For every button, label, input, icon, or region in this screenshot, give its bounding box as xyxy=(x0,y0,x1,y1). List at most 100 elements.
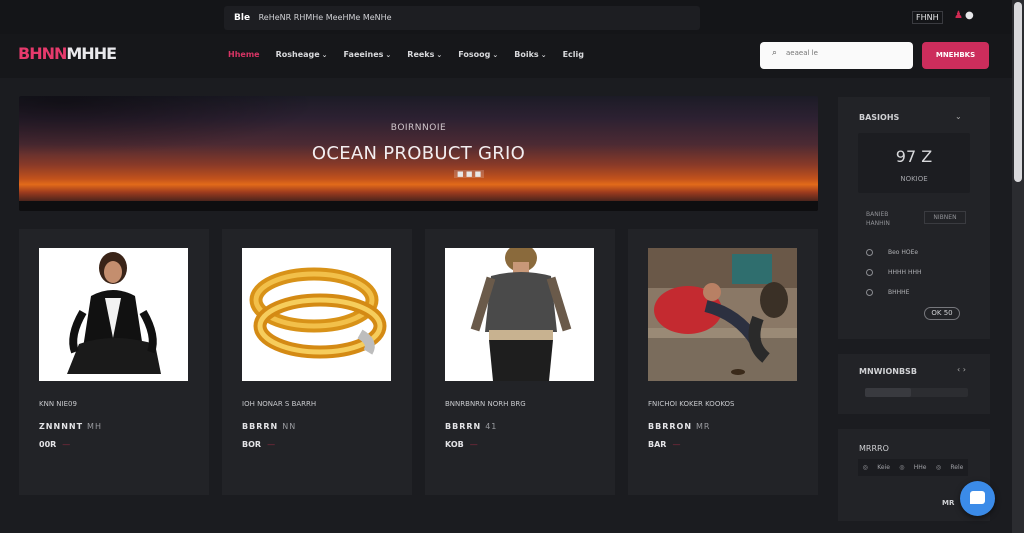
panel-nav-arrows[interactable]: ‹ › xyxy=(957,365,966,374)
product-meta: BBRRON MR xyxy=(648,422,710,431)
language-selector[interactable]: FHNH xyxy=(912,11,943,24)
product-card[interactable]: KNN NIE09 ZNNNNT MH 00R — xyxy=(19,229,209,495)
product-card[interactable]: IOH NONAR S BARRH BBRRN NN BOR — xyxy=(222,229,412,495)
main-nav: Hheme Rosheage ⌄ Faeeines ⌄ Reeks ⌄ Fosoog ⌄ Boik… xyxy=(228,50,584,59)
product-price-main: BAR xyxy=(648,440,667,449)
product-price-sub: — xyxy=(469,440,478,449)
filter-chips: ◎ Keie ◎ HHe ◎ Rele xyxy=(858,459,968,476)
top-strip: Ble ReHeNR RHMHe MeeHMe MeNHe FHNH ♟ ● xyxy=(0,0,1012,34)
stat-subtext: BANIEB HANHIN xyxy=(866,211,890,227)
nav-item[interactable]: Reeks ⌄ xyxy=(407,50,442,59)
product-price-sub: — xyxy=(62,440,71,449)
product-price: 00R — xyxy=(39,440,70,449)
search-icon: ⌕ xyxy=(772,48,778,58)
product-card[interactable]: FNICHOI KOKER KOOKOS BBRRON MR BAR — xyxy=(628,229,818,495)
chat-icon xyxy=(970,491,985,504)
stat-box: 97 Z NOKIOE xyxy=(858,133,970,193)
panel-pill-button[interactable]: OK 50 xyxy=(924,307,960,320)
nav-item-label: Faeeines xyxy=(343,50,384,59)
sidebar-progress-panel: MNWIONBSB ‹ › xyxy=(838,354,990,414)
list-item-label: HHHH HHH xyxy=(888,268,922,276)
announcement-tag: Ble xyxy=(234,13,251,23)
user-icon[interactable]: ♟ xyxy=(954,10,963,21)
header-cta-button[interactable]: MNEHBKS xyxy=(922,42,989,69)
filter-chip-label[interactable]: HHe xyxy=(914,464,927,471)
hero-title: OCEAN PROBUCT GRIO xyxy=(311,143,526,164)
filter-chip-label[interactable]: Rele xyxy=(950,464,963,471)
product-meta: BBRRN NN xyxy=(242,422,296,431)
nav-item[interactable]: Hheme xyxy=(228,50,260,59)
globe-icon[interactable]: ● xyxy=(965,10,974,21)
panel-option-list: Beo HOEe HHHH HHH BHHHE xyxy=(866,242,922,302)
product-image-gold-rings[interactable] xyxy=(242,248,391,381)
product-price-sub: — xyxy=(672,440,681,449)
filter-chip[interactable]: ◎ xyxy=(863,464,868,471)
product-price: KOB — xyxy=(445,440,478,449)
product-price: BOR — xyxy=(242,440,275,449)
list-item[interactable]: HHHH HHH xyxy=(866,262,922,282)
site-header: BHNNMHHE Hheme Rosheage ⌄ Faeeines ⌄ Reeks ⌄ Fo… xyxy=(0,34,1012,78)
product-price: BAR — xyxy=(648,440,680,449)
logo-part-1: BHNN xyxy=(18,44,67,63)
radio-icon xyxy=(866,288,873,296)
chat-launcher-button[interactable] xyxy=(960,481,995,516)
product-name[interactable]: BNNRBNRN NORH BRG xyxy=(445,400,526,408)
product-price-sub: — xyxy=(267,440,276,449)
list-item[interactable]: BHHHE xyxy=(866,282,922,302)
stat-label: NOKIOE xyxy=(900,175,928,183)
product-image-woman-blazer[interactable] xyxy=(39,248,188,381)
nav-item[interactable]: Boiks ⌄ xyxy=(514,50,546,59)
logo[interactable]: BHNNMHHE xyxy=(18,44,117,63)
panel-more-link[interactable]: MR xyxy=(942,499,954,507)
stat-value: 97 Z xyxy=(895,147,933,166)
page-scrollbar[interactable] xyxy=(1012,0,1024,533)
chevron-down-icon: ⌄ xyxy=(540,51,547,59)
progress-fill xyxy=(865,388,912,397)
chevron-down-icon: ⌄ xyxy=(436,51,443,59)
list-item-label: BHHHE xyxy=(888,288,910,296)
product-name[interactable]: KNN NIE09 xyxy=(39,400,77,408)
product-image-living-room[interactable] xyxy=(648,248,797,381)
product-meta-sub: 41 xyxy=(485,422,498,431)
search-input[interactable] xyxy=(786,49,906,57)
nav-item[interactable]: Eclig xyxy=(563,50,584,59)
hero-kicker: BOIRNNOIE xyxy=(390,123,447,133)
product-meta-main: BBRRON xyxy=(648,422,693,431)
panel-title: MNWIONBSB xyxy=(859,367,917,376)
product-meta: ZNNNNT MH xyxy=(39,422,102,431)
filter-chip[interactable]: ◎ xyxy=(899,464,904,471)
filter-chip-label[interactable]: Keie xyxy=(877,464,890,471)
nav-item[interactable]: Rosheage ⌄ xyxy=(276,50,328,59)
product-meta-main: BBRRN xyxy=(445,422,482,431)
product-meta-main: BBRRN xyxy=(242,422,279,431)
nav-item[interactable]: Fosoog ⌄ xyxy=(458,50,498,59)
product-meta-sub: MH xyxy=(87,422,102,431)
chevron-down-icon[interactable]: ⌄ xyxy=(955,112,962,121)
list-item[interactable]: Beo HOEe xyxy=(866,242,922,262)
announcement-bar[interactable]: Ble ReHeNR RHMHe MeeHMe MeNHe xyxy=(224,6,700,30)
product-image-mesh-top[interactable] xyxy=(445,248,594,381)
utility-icons: ♟ ● xyxy=(954,10,974,21)
logo-part-2: MHHE xyxy=(66,44,117,63)
progress-track xyxy=(865,388,968,397)
chevron-down-icon: ⌄ xyxy=(492,51,499,59)
chevron-down-icon: ⌄ xyxy=(385,51,392,59)
radio-icon xyxy=(866,248,873,256)
hero-carousel-dots[interactable]: ■ ■ ■ xyxy=(454,170,485,178)
chevron-down-icon: ⌄ xyxy=(321,51,328,59)
panel-small-button[interactable]: NIBNEN xyxy=(924,211,966,224)
product-meta: BBRRN 41 xyxy=(445,422,497,431)
product-price-main: 00R xyxy=(39,440,57,449)
nav-item-label: Fosoog xyxy=(458,50,491,59)
list-item-label: Beo HOEe xyxy=(888,248,919,256)
radio-icon xyxy=(866,268,873,276)
product-name[interactable]: FNICHOI KOKER KOOKOS xyxy=(648,400,735,408)
nav-item[interactable]: Faeeines ⌄ xyxy=(344,50,392,59)
product-name[interactable]: IOH NONAR S BARRH xyxy=(242,400,316,408)
search-box[interactable]: ⌕ xyxy=(760,42,913,69)
scrollbar-thumb[interactable] xyxy=(1014,2,1022,182)
product-price-main: KOB xyxy=(445,440,464,449)
product-card[interactable]: BNNRBNRN NORH BRG BBRRN 41 KOB — xyxy=(425,229,615,495)
announcement-text: ReHeNR RHMHe MeeHMe MeNHe xyxy=(258,13,392,22)
filter-chip[interactable]: ◎ xyxy=(936,464,941,471)
